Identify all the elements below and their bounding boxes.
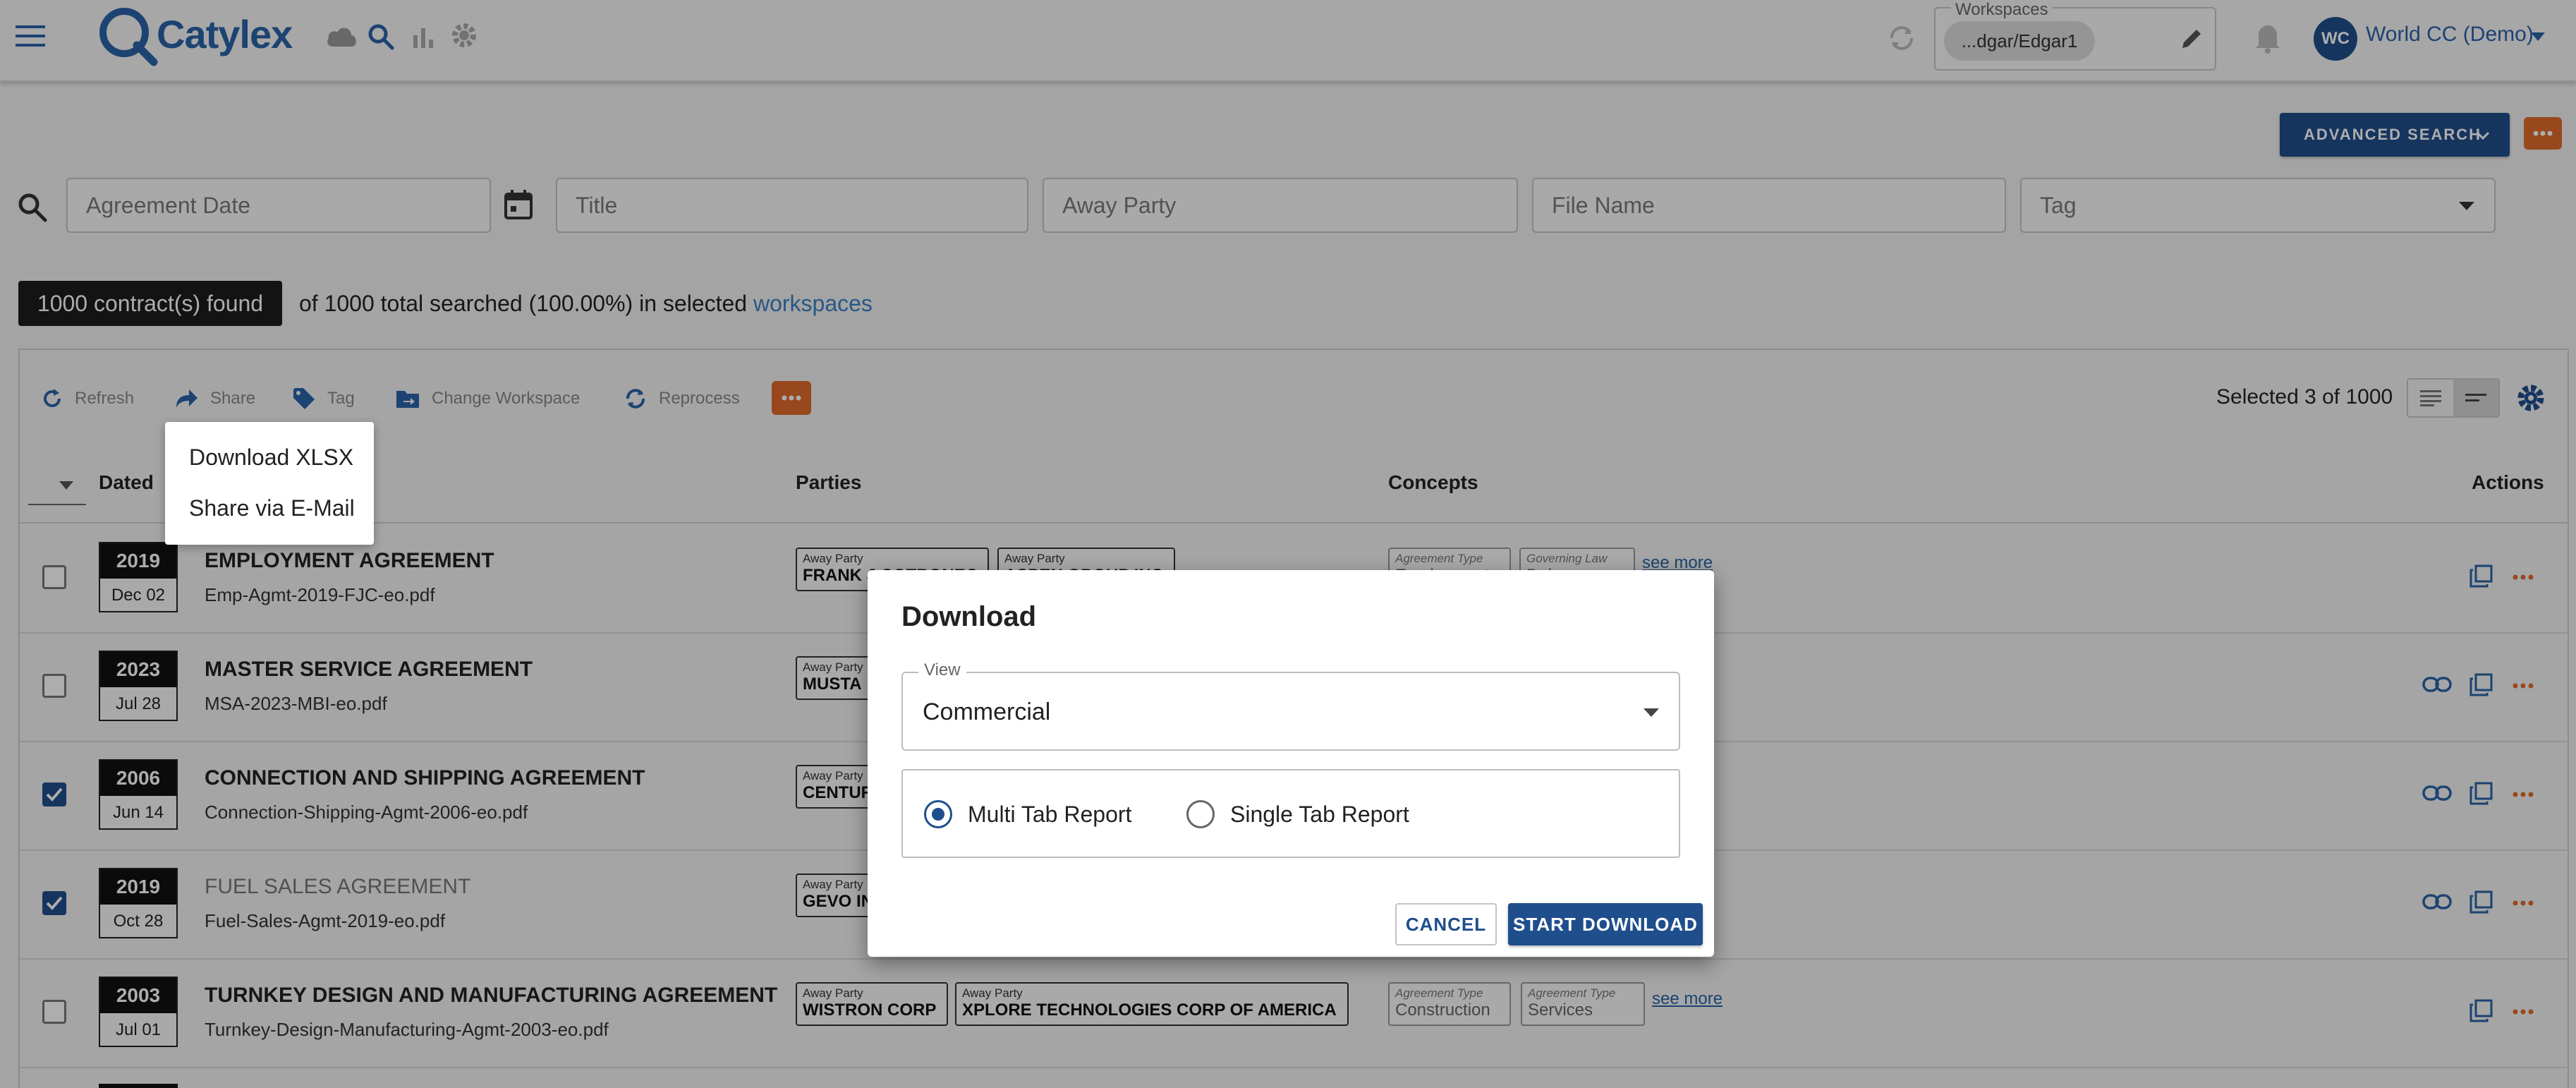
view-select-label: View — [918, 660, 966, 680]
share-dropdown-menu: Download XLSX Share via E-Mail — [165, 422, 374, 545]
radio-single-tab[interactable] — [1186, 800, 1215, 828]
cancel-button[interactable]: CANCEL — [1395, 903, 1497, 945]
radio-multi-tab-label[interactable]: Multi Tab Report — [968, 802, 1131, 828]
chevron-down-icon[interactable] — [1644, 708, 1659, 717]
radio-multi-tab[interactable] — [924, 800, 952, 828]
download-dialog: Download View Commercial Multi Tab Repor… — [868, 570, 1714, 957]
dialog-title: Download — [901, 601, 1037, 632]
radio-single-tab-label[interactable]: Single Tab Report — [1230, 802, 1409, 828]
view-select-value: Commercial — [923, 699, 1051, 725]
start-download-button[interactable]: START DOWNLOAD — [1508, 903, 1703, 945]
menu-item-share-email[interactable]: Share via E-Mail — [165, 483, 374, 533]
menu-item-download-xlsx[interactable]: Download XLSX — [165, 432, 374, 483]
